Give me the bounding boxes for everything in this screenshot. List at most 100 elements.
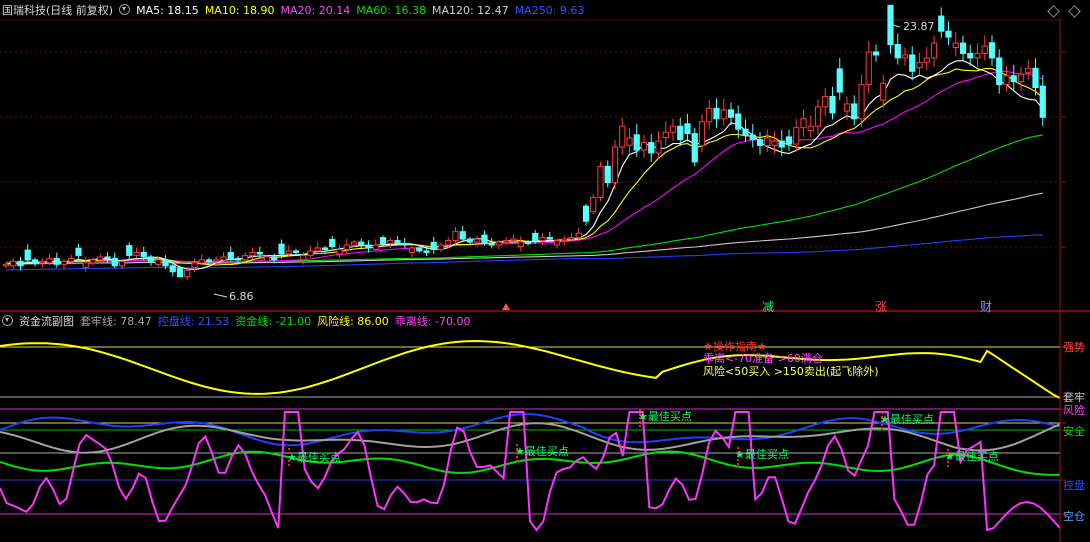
ma5-value: MA5: 18.15 xyxy=(136,4,199,17)
candle-body xyxy=(662,131,669,139)
candle-body xyxy=(1032,67,1039,89)
candle-body xyxy=(981,45,988,54)
level-label-anquan: 安全 xyxy=(1063,425,1085,438)
candle-body xyxy=(597,165,604,199)
candle-body xyxy=(1010,75,1017,83)
buy-signal-label: ★最佳买点 xyxy=(638,410,692,423)
candle-body xyxy=(568,237,575,240)
main-chart-header: 国瑞科技(日线 前复权) MA5: 18.15 MA10: 18.90 MA20: 2… xyxy=(2,2,590,20)
candle-body xyxy=(575,232,582,239)
candle-body xyxy=(292,250,300,253)
candle-body xyxy=(445,240,452,246)
candle-body xyxy=(104,256,111,259)
candle-body xyxy=(314,247,321,252)
ma20-value: MA20: 20.14 xyxy=(280,4,351,17)
candle-body xyxy=(140,251,147,258)
candle-body xyxy=(321,247,329,250)
candle-body xyxy=(481,234,488,245)
candle-body xyxy=(329,238,336,248)
jian-badge: 减 xyxy=(762,300,775,314)
candle-body xyxy=(880,82,887,101)
low-leader xyxy=(213,293,228,298)
candle-body xyxy=(271,256,278,261)
candle-body xyxy=(619,125,626,148)
candle-body xyxy=(466,238,474,243)
dropdown-icon[interactable] xyxy=(2,315,13,326)
dropdown-icon[interactable] xyxy=(119,4,131,15)
candle-body xyxy=(691,133,698,163)
candle-body xyxy=(539,237,546,242)
candle-body xyxy=(213,259,220,262)
buy-signal-label: ★最佳买点 xyxy=(287,451,341,464)
candle-body xyxy=(858,84,865,120)
candle-body xyxy=(938,15,945,32)
candle-body xyxy=(387,240,394,245)
candle-body xyxy=(350,241,358,246)
risk-line xyxy=(0,339,1061,399)
candle-body xyxy=(278,243,285,255)
candle-body xyxy=(996,57,1003,86)
candle-body xyxy=(923,57,930,63)
candle-body xyxy=(24,249,31,261)
candle-body xyxy=(669,125,677,133)
buy-signal-label: ★最佳买点 xyxy=(735,448,789,461)
candle-body xyxy=(967,52,974,59)
candle-body xyxy=(952,42,959,49)
fengxian-value: 风险线: 86.00 xyxy=(317,315,389,328)
candle-body xyxy=(75,247,82,256)
ma20-line xyxy=(5,70,1044,265)
candle-body xyxy=(532,232,539,242)
candle-body xyxy=(416,247,423,252)
candle-body xyxy=(372,244,379,250)
candle-body xyxy=(437,244,445,250)
candle-body xyxy=(249,251,256,256)
candle-body xyxy=(749,134,756,141)
candle-body xyxy=(155,259,162,265)
candle-body xyxy=(495,241,503,246)
candle-body xyxy=(205,259,213,262)
stock-chart-window: { "main_header": { "title": "国瑞科技(日线 前复权… xyxy=(0,0,1090,542)
candle-body xyxy=(46,257,53,264)
zhang-badge: 涨 xyxy=(875,300,888,314)
candle-body xyxy=(147,256,155,262)
candle-body xyxy=(822,96,829,108)
candle-body xyxy=(474,238,481,243)
candle-body xyxy=(1017,73,1025,83)
candle-body xyxy=(1025,67,1032,74)
candle-body xyxy=(379,237,387,245)
candle-body xyxy=(604,165,611,184)
candle-body xyxy=(626,137,633,146)
candle-body xyxy=(974,52,981,59)
candle-body xyxy=(916,61,923,69)
candle-body xyxy=(771,140,778,147)
candle-body xyxy=(655,140,662,154)
moving-average-lines xyxy=(5,23,1044,310)
candle-body xyxy=(793,127,800,145)
chengli-value: 乖离线: -70.00 xyxy=(394,315,471,328)
candle-body xyxy=(82,262,89,268)
candle-body xyxy=(31,259,39,264)
candle-body xyxy=(524,241,532,245)
level-label-qiangshi: 强势 xyxy=(1063,341,1085,354)
cai-badge: 财 xyxy=(980,300,993,314)
candle-body xyxy=(546,237,553,240)
candle-body xyxy=(358,241,365,246)
candle-body xyxy=(17,260,24,267)
candle-body xyxy=(887,4,894,46)
candle-body xyxy=(343,244,350,250)
sub-chart-header: 资金流副图 套牢线: 78.47 控盘线: 21.53 资金线: -21.00 风险线:… xyxy=(2,313,476,331)
candle-body xyxy=(459,231,466,240)
ma10-line xyxy=(5,68,1044,266)
candle-body xyxy=(807,125,814,132)
kongpan-value: 控盘线: 21.53 xyxy=(157,315,230,328)
level-label-kongpan: 控盘 xyxy=(1063,479,1085,492)
candle-body xyxy=(169,265,176,273)
candle-body xyxy=(756,139,764,147)
candle-body xyxy=(242,254,249,261)
candle-body xyxy=(256,251,263,255)
candle-body xyxy=(285,250,292,255)
candle-body xyxy=(677,125,684,141)
candle-body xyxy=(39,260,46,264)
candle-body xyxy=(633,134,640,151)
candle-body xyxy=(503,240,510,243)
